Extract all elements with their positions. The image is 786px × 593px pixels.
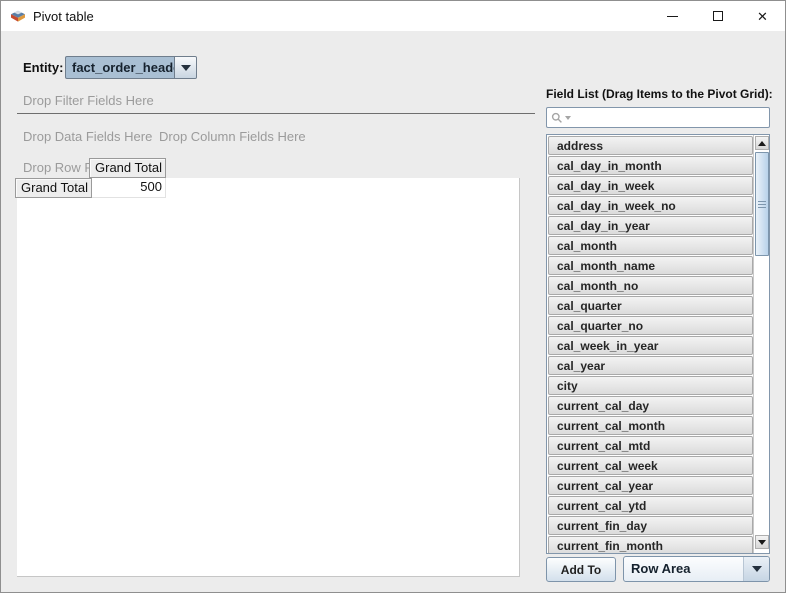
column-grand-total-header[interactable]: Grand Total — [89, 158, 166, 178]
window-title: Pivot table — [33, 9, 94, 24]
field-search-box — [546, 107, 770, 128]
grand-total-value-cell: 500 — [92, 178, 166, 198]
field-list-scrollbar[interactable] — [753, 135, 769, 553]
field-list-item[interactable]: cal_month_name — [548, 256, 753, 275]
field-list-item[interactable]: current_cal_mtd — [548, 436, 753, 455]
field-list-item[interactable]: current_cal_week — [548, 456, 753, 475]
search-icon — [551, 112, 563, 124]
field-list-item[interactable]: current_cal_ytd — [548, 496, 753, 515]
column-drop-zone[interactable]: Drop Column Fields Here — [159, 129, 306, 144]
field-list-item[interactable]: current_fin_month — [548, 536, 753, 554]
field-list-item[interactable]: current_cal_year — [548, 476, 753, 495]
entity-label: Entity: — [23, 60, 63, 75]
field-list-label: Field List (Drag Items to the Pivot Grid… — [546, 87, 773, 101]
row-grand-total-header[interactable]: Grand Total — [15, 178, 92, 198]
field-list-item[interactable]: cal_day_in_week_no — [548, 196, 753, 215]
field-list-items: addresscal_day_in_monthcal_day_in_weekca… — [548, 136, 753, 554]
arrow-up-icon — [758, 141, 766, 146]
minimize-icon — [667, 16, 678, 17]
field-list-item[interactable]: cal_year — [548, 356, 753, 375]
target-area-combobox-value: Row Area — [624, 557, 743, 581]
close-icon: ✕ — [757, 10, 768, 23]
java-app-icon — [10, 8, 26, 24]
entity-combobox-arrow-button[interactable] — [174, 57, 196, 78]
field-list-item[interactable]: cal_month — [548, 236, 753, 255]
field-list-item[interactable]: address — [548, 136, 753, 155]
field-list-item[interactable]: cal_day_in_week — [548, 176, 753, 195]
entity-combobox-value: fact_order_header — [66, 57, 174, 78]
scrollbar-thumb-grip — [758, 201, 766, 210]
field-list-item[interactable]: current_cal_day — [548, 396, 753, 415]
field-list: addresscal_day_in_monthcal_day_in_weekca… — [546, 134, 770, 554]
field-list-item[interactable]: current_fin_day — [548, 516, 753, 535]
field-list-item[interactable]: cal_week_in_year — [548, 336, 753, 355]
entity-combobox[interactable]: fact_order_header — [65, 56, 197, 79]
add-to-button[interactable]: Add To — [546, 557, 616, 582]
pivot-grid-body — [17, 178, 520, 577]
field-list-item[interactable]: cal_month_no — [548, 276, 753, 295]
pivot-table-window: Pivot table ✕ Entity: fact_order_header … — [0, 0, 786, 593]
chevron-down-icon — [752, 566, 762, 572]
close-button[interactable]: ✕ — [740, 1, 785, 31]
field-search-input[interactable] — [571, 110, 769, 126]
scroll-up-button[interactable] — [755, 136, 769, 150]
target-area-combobox[interactable]: Row Area — [623, 556, 770, 582]
scrollbar-thumb[interactable] — [755, 152, 769, 256]
maximize-button[interactable] — [695, 1, 740, 31]
window-controls: ✕ — [650, 1, 785, 31]
maximize-icon — [713, 11, 723, 21]
target-area-combobox-arrow-button[interactable] — [743, 557, 769, 581]
field-list-item[interactable]: cal_quarter — [548, 296, 753, 315]
scroll-down-button[interactable] — [755, 535, 769, 549]
filter-drop-zone[interactable]: Drop Filter Fields Here — [23, 93, 154, 108]
field-list-item[interactable]: cal_quarter_no — [548, 316, 753, 335]
row-drop-zone[interactable]: Drop Row Fields Here — [23, 160, 89, 175]
chevron-down-icon — [181, 65, 191, 71]
field-list-item[interactable]: city — [548, 376, 753, 395]
field-list-item[interactable]: current_cal_month — [548, 416, 753, 435]
field-list-item[interactable]: cal_day_in_year — [548, 216, 753, 235]
minimize-button[interactable] — [650, 1, 695, 31]
filter-zone-divider — [17, 113, 535, 114]
arrow-down-icon — [758, 540, 766, 545]
titlebar: Pivot table ✕ — [1, 1, 785, 31]
data-drop-zone[interactable]: Drop Data Fields Here — [23, 129, 152, 144]
field-list-item[interactable]: cal_day_in_month — [548, 156, 753, 175]
